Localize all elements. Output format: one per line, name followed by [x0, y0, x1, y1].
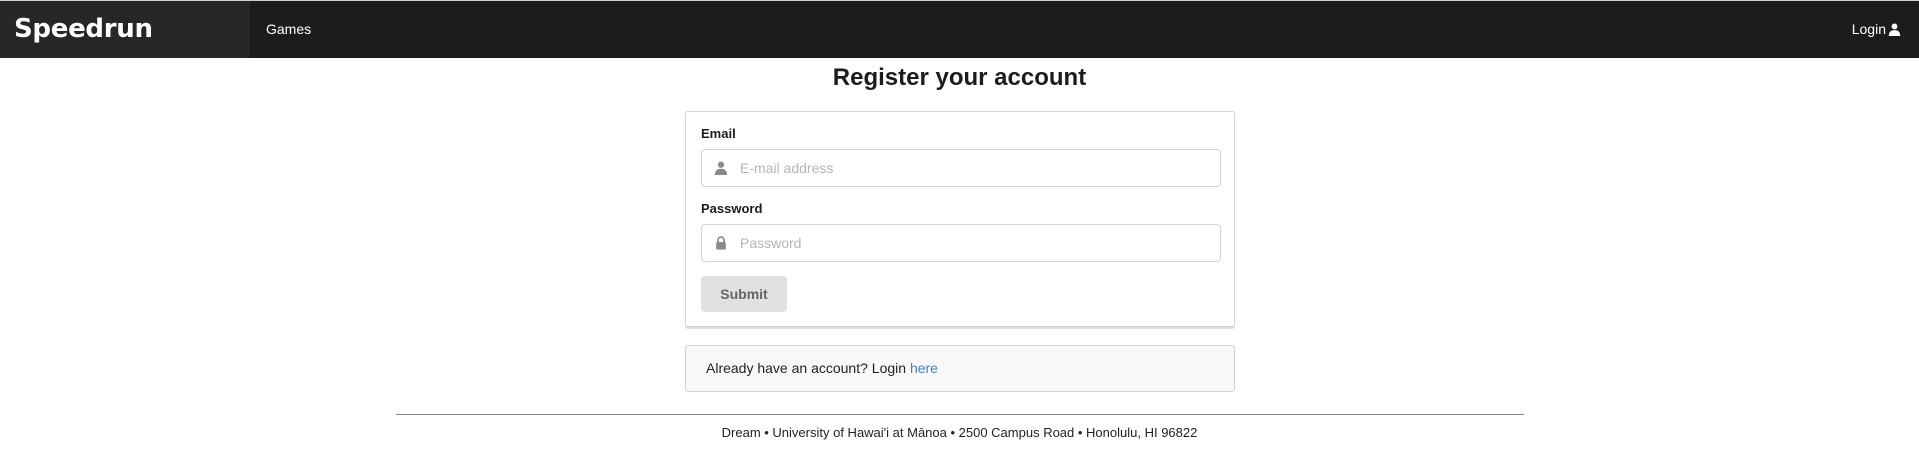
password-label: Password	[701, 201, 763, 216]
user-icon	[1888, 23, 1901, 36]
top-navbar: Speedrun Central Games Login	[0, 0, 1919, 101]
email-field[interactable]	[740, 150, 1210, 186]
footer-address: Dream • University of Hawai'i at Mānoa •…	[721, 425, 1198, 440]
submit-button[interactable]: Submit	[701, 276, 787, 312]
page-title: Register your account	[832, 64, 1087, 91]
password-field[interactable]	[740, 225, 1210, 261]
brand-logo-link[interactable]: Speedrun Central	[0, 1, 250, 101]
nav-login-label: Login	[1851, 21, 1886, 37]
lock-icon	[716, 236, 726, 250]
footer-divider	[396, 414, 1524, 415]
login-prompt-message: Already have an account? Login here	[685, 345, 1235, 392]
register-form: Email Password Submit	[685, 111, 1235, 327]
login-here-link[interactable]: here	[910, 360, 938, 376]
email-field-wrapper[interactable]	[701, 149, 1221, 187]
user-icon	[714, 161, 728, 175]
nav-login-link[interactable]: Login	[1852, 1, 1901, 58]
nav-link-games[interactable]: Games	[266, 1, 311, 58]
email-label: Email	[701, 126, 736, 141]
login-prompt-text: Already have an account? Login	[706, 360, 910, 376]
password-field-wrapper[interactable]	[701, 224, 1221, 262]
